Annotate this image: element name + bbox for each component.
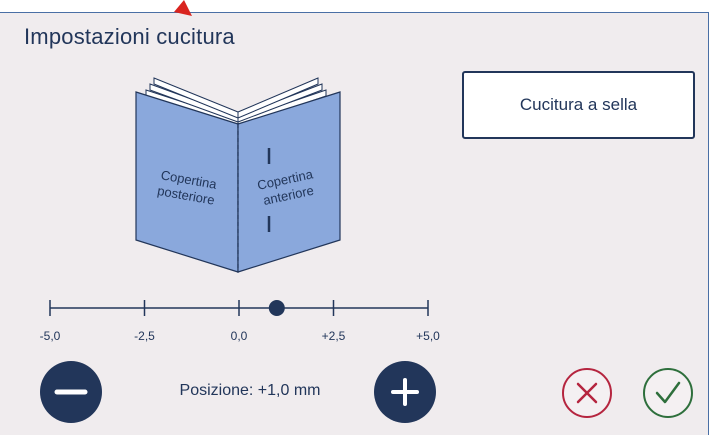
page-title: Impostazioni cucitura [24, 24, 235, 49]
saddle-stitch-button[interactable]: Cucitura a sella [462, 71, 695, 139]
book-illustration: Copertina posteriore Copertina anteriore [135, 77, 341, 273]
scale-handle[interactable] [268, 300, 285, 316]
x-icon [576, 382, 598, 404]
scale-tick-label: +5,0 [416, 329, 440, 343]
decrease-button[interactable] [40, 361, 102, 423]
plus-icon [391, 378, 419, 406]
triangle-pointer-icon [174, 0, 192, 16]
position-readout: Posizione: +1,0 mm [179, 382, 321, 399]
scale-tick-label: -5,0 [40, 329, 61, 343]
confirm-button[interactable] [643, 368, 693, 418]
scale-tick-label: -2,5 [134, 329, 155, 343]
position-scale[interactable]: -5,0 -2,5 0,0 +2,5 +5,0 [40, 284, 450, 350]
cancel-button[interactable] [562, 368, 612, 418]
scale-tick-label: 0,0 [231, 329, 248, 343]
increase-button[interactable] [374, 361, 436, 423]
scale-tick-label: +2,5 [322, 329, 346, 343]
minus-icon [54, 389, 88, 395]
check-icon [655, 381, 681, 404]
